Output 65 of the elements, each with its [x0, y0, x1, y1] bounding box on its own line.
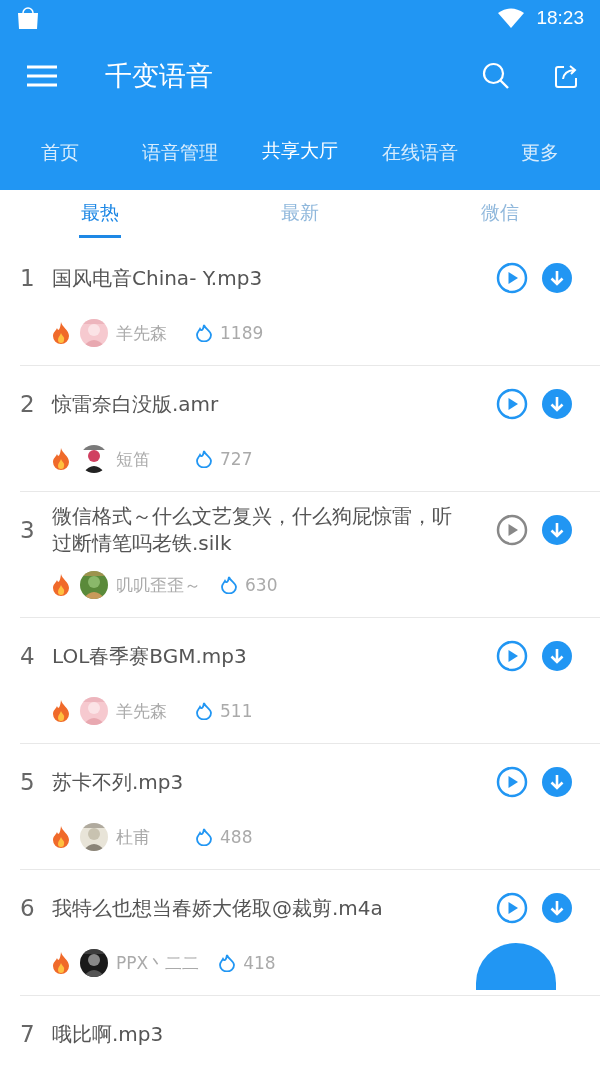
play-count: 1189 — [220, 323, 264, 343]
flame-outline-icon — [196, 450, 212, 468]
play-icon[interactable] — [496, 262, 528, 294]
rank-number: 6 — [20, 895, 36, 921]
play-icon[interactable] — [496, 388, 528, 420]
flame-icon — [52, 952, 70, 974]
nav-tab[interactable]: 语音管理 — [120, 116, 240, 190]
play-count: 511 — [220, 701, 253, 721]
audio-title[interactable]: 哦比啊.mp3 — [52, 1020, 572, 1048]
download-icon[interactable] — [542, 515, 572, 545]
rank-number: 2 — [20, 391, 36, 417]
flame-icon — [52, 574, 70, 596]
sub-tab[interactable]: 最新 — [200, 190, 400, 240]
download-icon[interactable] — [542, 263, 572, 293]
audio-title[interactable]: LOL春季赛BGM.mp3 — [52, 642, 482, 670]
flame-outline-icon — [196, 324, 212, 342]
rank-number: 3 — [20, 517, 36, 543]
app-title: 千变语音 — [105, 59, 213, 93]
username: 短笛 — [116, 447, 151, 471]
username: PPX丶二二 — [116, 951, 200, 975]
download-icon[interactable] — [542, 389, 572, 419]
username: 羊先森 — [116, 699, 168, 723]
sub-tab[interactable]: 微信 — [400, 190, 600, 240]
flame-icon — [52, 826, 70, 848]
menu-icon[interactable] — [27, 65, 57, 87]
search-icon[interactable] — [482, 62, 510, 90]
play-icon[interactable] — [496, 766, 528, 798]
flame-outline-icon — [196, 828, 212, 846]
wifi-icon — [498, 8, 525, 28]
flame-outline-icon — [219, 954, 236, 972]
audio-title[interactable]: 国风电音China- Y.mp3 — [52, 264, 482, 292]
rank-number: 4 — [20, 643, 36, 669]
nav-tab[interactable]: 共享大厅 — [240, 116, 360, 190]
audio-title[interactable]: 我特么也想当春娇大佬取@裁剪.m4a — [52, 894, 482, 922]
flame-outline-icon — [196, 702, 212, 720]
audio-title[interactable]: 惊雷奈白没版.amr — [52, 390, 482, 418]
flame-icon — [52, 322, 70, 344]
share-icon[interactable] — [554, 63, 580, 89]
nav-tab[interactable]: 在线语音 — [360, 116, 480, 190]
audio-title[interactable]: 微信格式～什么文艺复兴，什么狗屁惊雷，听过断情笔吗老铁.silk — [52, 503, 482, 557]
play-icon[interactable] — [496, 514, 528, 546]
shopping-bag-icon — [16, 7, 40, 29]
play-count: 727 — [220, 449, 253, 469]
rank-number: 5 — [20, 769, 36, 795]
download-icon[interactable] — [542, 767, 572, 797]
flame-icon — [52, 700, 70, 722]
username: 羊先森 — [116, 321, 168, 345]
audio-title[interactable]: 苏卡不列.mp3 — [52, 768, 482, 796]
rank-number: 1 — [20, 265, 36, 291]
play-count: 488 — [220, 827, 253, 847]
download-icon[interactable] — [542, 641, 572, 671]
play-icon[interactable] — [496, 640, 528, 672]
nav-tab[interactable]: 更多 — [480, 116, 600, 190]
username: 叽叽歪歪～ — [116, 573, 201, 597]
flame-outline-icon — [221, 576, 237, 594]
play-icon[interactable] — [496, 892, 528, 924]
clock-time: 18:23 — [536, 7, 584, 29]
play-count: 630 — [245, 575, 278, 595]
rank-number: 7 — [20, 1021, 36, 1047]
download-icon[interactable] — [542, 893, 572, 923]
flame-icon — [52, 448, 70, 470]
username: 杜甫 — [116, 825, 151, 849]
nav-tab[interactable]: 首页 — [0, 116, 120, 190]
floating-action-button[interactable] — [476, 943, 556, 990]
play-count: 418 — [243, 953, 276, 973]
